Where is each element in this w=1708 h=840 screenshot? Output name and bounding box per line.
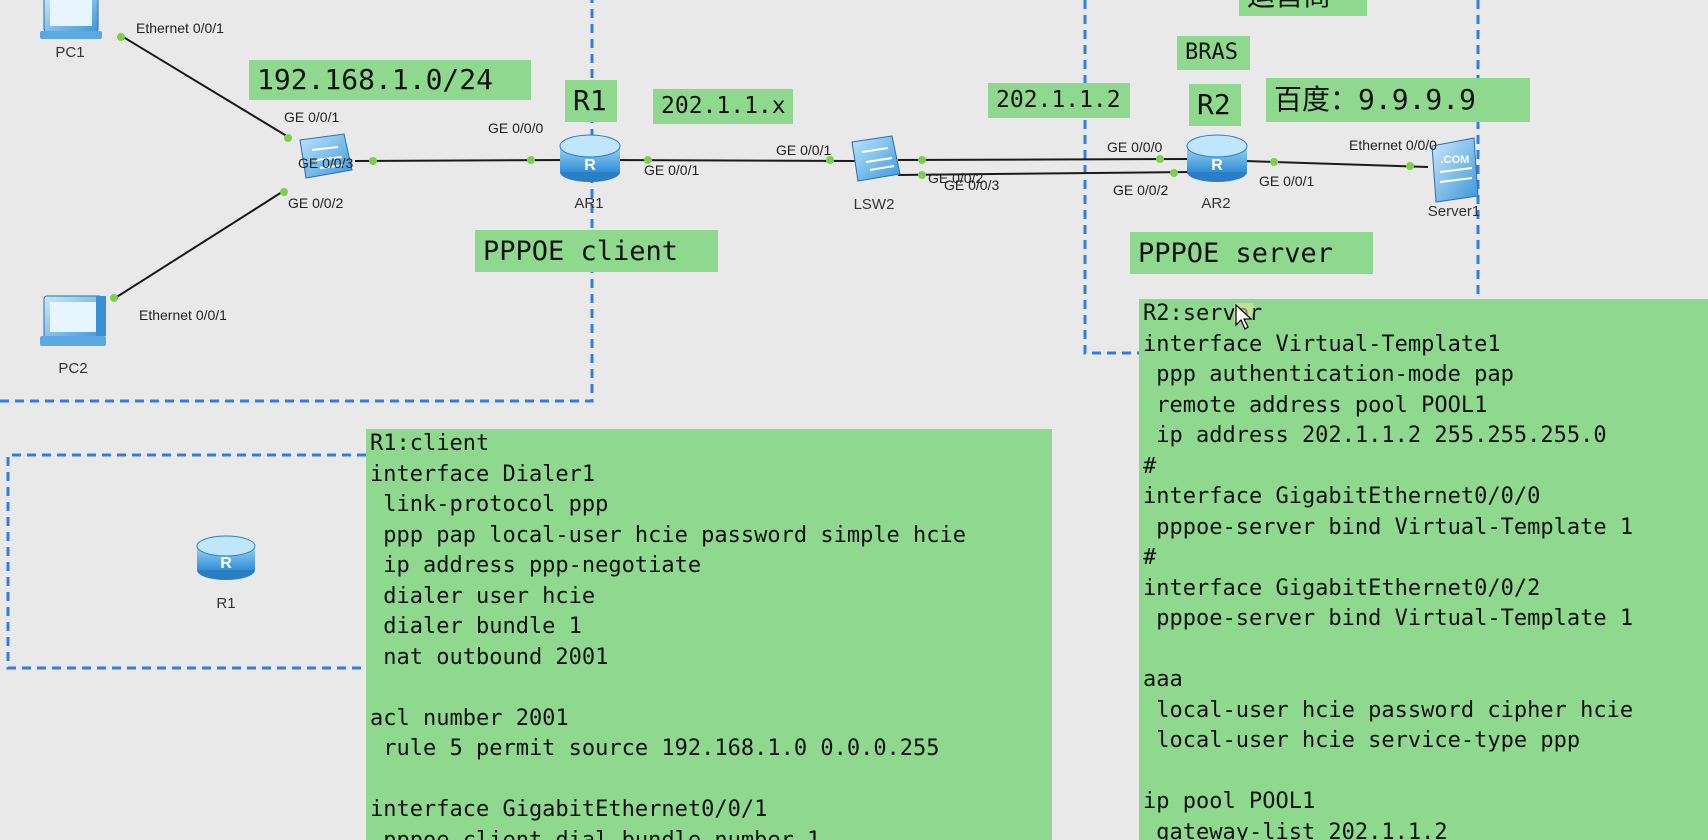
mouse-cursor-icon — [1234, 303, 1254, 330]
server-config-line: interface GigabitEthernet0/0/2 — [1143, 575, 1541, 601]
r1-router-icon[interactable]: R — [196, 535, 256, 580]
link-lsw2-ar2-a — [897, 158, 1191, 161]
bras-label: BRAS — [1177, 36, 1250, 70]
server-config-line: # — [1143, 545, 1157, 570]
pppoe-client-label: PPPOE client — [475, 230, 718, 272]
r1-name: R1 — [216, 595, 235, 612]
server1-icon[interactable]: .COM — [1431, 137, 1479, 203]
server-config-line: interface Virtual-Template1 — [1143, 331, 1501, 357]
ar2-router-icon[interactable]: R — [1186, 134, 1248, 182]
server-config-line: remote address pool POOL1 — [1143, 392, 1488, 418]
ar2-ge1-label: GE 0/0/1 — [1259, 173, 1314, 189]
client-config-line — [370, 673, 1048, 704]
client-config-line: rule 5 permit source 192.168.1.0 0.0.0.2… — [370, 736, 940, 761]
server-config-line: aaa — [1143, 667, 1183, 692]
lsw2-name: LSW2 — [854, 196, 895, 213]
server-config-line: gateway-list 202.1.1.2 — [1143, 819, 1448, 840]
pc1-icon[interactable] — [40, 0, 102, 39]
server-config-line: ip address 202.1.1.2 255.255.255.0 — [1143, 423, 1607, 448]
client-config-line: dialer user hcie — [370, 583, 596, 609]
topology-canvas[interactable]: R R .COM R PC1 PC2 AR1 LSW2 AR2 Server1 … — [0, 0, 1708, 840]
svg-text:R: R — [1211, 157, 1223, 174]
ar1-name: AR1 — [574, 195, 603, 212]
ar2-name: AR2 — [1201, 195, 1230, 212]
client-config-line: link-protocol ppp — [370, 492, 609, 517]
client-config-line: interface Dialer1 — [370, 461, 596, 487]
ar1-ge0-label: GE 0/0/0 — [488, 120, 543, 136]
baidu-server-label: 百度：9.9.9.9 — [1266, 78, 1530, 122]
pc2-port-label: Ethernet 0/0/1 — [139, 307, 227, 323]
client-config-line: nat outbound 2001 — [370, 644, 609, 670]
r2-tag: R2 — [1189, 84, 1241, 126]
server-config-line: local-user hcie service-type ppp — [1143, 728, 1581, 753]
client-config-line: ip address ppp-negotiate — [370, 553, 702, 578]
pc1-port-label: Ethernet 0/0/1 — [136, 20, 224, 36]
r1-zone-border — [6, 453, 366, 670]
svg-text:.COM: .COM — [1441, 154, 1470, 166]
isp-zone-border — [1083, 0, 1140, 355]
server-config-line — [1143, 757, 1704, 788]
wan-server-ip-label: 202.1.1.2 — [988, 83, 1130, 118]
client-config-line: acl number 2001 — [370, 705, 569, 731]
server-config-line: R2:server — [1143, 301, 1263, 326]
client-config-line: interface GigabitEthernet0/0/1 — [370, 797, 768, 822]
sw1-ge1-label: GE 0/0/1 — [284, 109, 339, 125]
svg-text:R: R — [584, 157, 596, 174]
client-config-panel: R1:client interface Dialer1 link-protocol… — [366, 429, 1052, 840]
link-pc2-sw1 — [111, 191, 283, 301]
server-config-line: ip pool POOL1 — [1143, 789, 1316, 814]
server1-name: Server1 — [1428, 203, 1481, 220]
wan-client-ip-label: 202.1.1.x — [653, 89, 793, 124]
server-config-line: ppp authentication-mode pap — [1143, 362, 1514, 387]
sw1-ge3-label: GE 0/0/3 — [298, 155, 353, 171]
server-config-line — [1143, 635, 1704, 666]
lsw2-ge1-label: GE 0/0/1 — [776, 142, 831, 158]
server-config-line: pppoe-server bind Virtual-Template 1 — [1143, 514, 1634, 540]
lsw2-ge3-label: GE 0/0/3 — [944, 177, 999, 193]
pc2-name: PC2 — [58, 360, 87, 377]
ar1-router-icon[interactable]: R — [559, 134, 621, 182]
pc1-name: PC1 — [55, 44, 84, 61]
pppoe-server-label: PPPOE server — [1130, 232, 1373, 274]
ar2-ge2-label: GE 0/0/2 — [1113, 182, 1168, 198]
client-config-line: pppoe-client dial-bundle-number 1 — [370, 827, 821, 840]
client-config-line: R1:client — [370, 431, 490, 456]
sw1-ge2-label: GE 0/0/2 — [288, 195, 343, 211]
server-config-panel: R2:server interface Virtual-Template1 ppp… — [1139, 299, 1708, 840]
lan-subnet-label: 192.168.1.0/24 — [249, 60, 531, 100]
server-port-label: Ethernet 0/0/0 — [1349, 137, 1437, 153]
pc2-icon[interactable] — [40, 295, 106, 346]
client-config-line: dialer bundle 1 — [370, 614, 582, 639]
client-config-line — [370, 765, 1048, 796]
client-config-line: ppp pap local-user hcie password simple … — [370, 522, 967, 548]
server-config-line: interface GigabitEthernet0/0/0 — [1143, 484, 1541, 509]
server-config-line: # — [1143, 453, 1157, 479]
server-config-line: pppoe-server bind Virtual-Template 1 — [1143, 606, 1634, 631]
svg-text:R: R — [220, 555, 232, 572]
server-config-line: local-user hcie password cipher hcie — [1143, 697, 1634, 723]
isp-zone-label: 运营商 — [1239, 0, 1367, 16]
ar2-ge0-label: GE 0/0/0 — [1107, 139, 1162, 155]
lsw2-switch-icon[interactable] — [851, 135, 901, 182]
r1-tag: R1 — [565, 80, 617, 122]
ar1-ge1-label: GE 0/0/1 — [644, 162, 699, 178]
